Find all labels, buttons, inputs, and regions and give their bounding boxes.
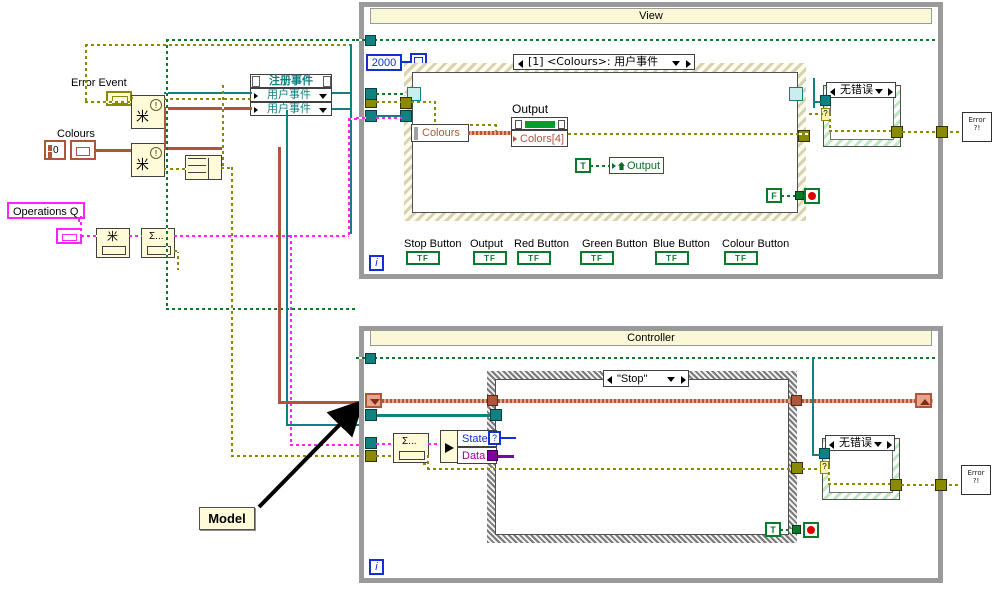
chevron-down-icon[interactable] <box>319 94 327 99</box>
output-array-indicator[interactable] <box>511 117 568 130</box>
controller-local-variable-right[interactable] <box>915 393 932 408</box>
chevron-up-icon <box>920 399 930 405</box>
event-case-selector[interactable]: [1] <Colours>: 用户事件 <box>513 54 695 70</box>
timeout-constant[interactable]: 2000 <box>366 54 402 71</box>
red-button-terminal[interactable]: TF <box>517 251 551 265</box>
chevron-down-icon[interactable] <box>672 61 680 66</box>
view-title: View <box>370 8 932 24</box>
arrow-right-icon <box>445 443 454 453</box>
colour-button-label: Colour Button <box>722 238 790 250</box>
block-diagram-canvas: Error Event Colours 0 Operations Q 米 ! 米… <box>0 0 999 589</box>
colours-label: Colours <box>57 128 95 140</box>
next-case-arrow[interactable] <box>681 376 686 384</box>
controller-case-tunnel-refnum <box>490 409 502 421</box>
output-indicator-label: Output <box>512 102 549 116</box>
controller-simple-error-handler[interactable]: Error?! <box>961 465 991 495</box>
controller-loop-tunnel-refnum <box>365 409 377 421</box>
controller-iteration-terminal: i <box>369 559 384 575</box>
enqueue-element-node[interactable]: Σ... <box>141 228 175 258</box>
controller-case-tunnel-data <box>487 450 498 461</box>
view-loop-tunnel-boolean <box>365 35 376 46</box>
register-events-title: 注册事件 <box>250 74 332 88</box>
prev-case-arrow[interactable] <box>518 60 523 68</box>
view-simple-error-handler[interactable]: Error?! <box>962 112 992 142</box>
controller-error-case-selector[interactable]: 无错误 <box>825 435 895 451</box>
controller-case-tunnel-salmon-right <box>791 395 802 406</box>
chevron-down-icon <box>370 399 380 405</box>
unbundle-by-name-node[interactable] <box>440 430 458 463</box>
red-button-label: Red Button <box>514 238 570 250</box>
view-loop-error-out-tunnel <box>936 126 948 138</box>
dequeue-element-node[interactable]: Σ... <box>393 433 429 463</box>
create-user-event-node-2[interactable]: 米 ! <box>131 143 165 177</box>
obtain-queue-node[interactable]: 米 <box>96 228 130 258</box>
colour-button-terminal[interactable]: TF <box>724 251 758 265</box>
event-structure-inner <box>412 72 798 213</box>
controller-stop-tunnel <box>792 525 801 534</box>
operations-queue-label: Operations Q <box>7 202 85 219</box>
true-constant-stop[interactable]: T <box>765 522 781 537</box>
output-button-terminal[interactable]: TF <box>473 251 507 265</box>
error-event-label: Error Event <box>71 77 127 89</box>
true-constant-output[interactable]: T <box>575 158 591 173</box>
event-shift-reg-right <box>789 87 803 101</box>
home-icon <box>618 162 625 170</box>
operations-queue-terminal[interactable] <box>56 228 82 244</box>
blue-button-terminal[interactable]: TF <box>655 251 689 265</box>
view-iteration-terminal: i <box>369 255 384 271</box>
register-events-row-0[interactable]: 用户事件 <box>250 88 332 102</box>
next-case-arrow[interactable] <box>888 88 893 96</box>
register-row-0-input-arrow <box>254 93 258 99</box>
green-button-terminal[interactable]: TF <box>580 251 614 265</box>
false-constant-stop[interactable]: F <box>766 188 782 203</box>
model-arrow <box>257 399 365 509</box>
register-row-1-input-arrow <box>254 107 258 113</box>
next-case-arrow[interactable] <box>686 60 691 68</box>
chevron-down-icon[interactable] <box>319 108 327 113</box>
chevron-down-icon[interactable] <box>875 89 883 94</box>
event-tunnel-error-right <box>798 130 810 142</box>
colours-numeric-control[interactable]: 0 <box>44 140 66 160</box>
controller-loop-tunnel-boolean <box>365 353 376 364</box>
colors-array-terminal[interactable]: Colors[4] <box>511 130 568 147</box>
controller-case-selector[interactable]: "Stop" <box>603 370 689 387</box>
colours-terminal[interactable] <box>70 140 96 160</box>
next-case-arrow[interactable] <box>887 441 892 449</box>
view-stop-terminal[interactable] <box>804 188 820 204</box>
event-tunnel-error-left <box>400 97 412 109</box>
controller-title: Controller <box>370 330 932 346</box>
chevron-down-icon[interactable] <box>874 442 882 447</box>
stop-button-terminal[interactable]: TF <box>406 251 440 265</box>
controller-loop-error-out-tunnel <box>935 479 947 491</box>
stop-button-label: Stop Button <box>404 238 462 250</box>
register-events-row-1[interactable]: 用户事件 <box>250 102 332 116</box>
chevron-down-icon[interactable] <box>667 377 675 382</box>
controller-case-tunnel-salmon-left <box>487 395 498 406</box>
blue-button-label: Blue Button <box>653 238 710 250</box>
bundle-cluster-node[interactable] <box>185 155 222 180</box>
controller-stop-terminal[interactable] <box>803 522 819 538</box>
view-error-case-selector[interactable]: 无错误 <box>826 82 896 98</box>
colours-local-terminal[interactable]: Colours <box>411 124 469 142</box>
output-button-label: Output <box>470 238 504 250</box>
controller-local-variable-left[interactable] <box>365 393 382 408</box>
prev-case-arrow[interactable] <box>607 376 612 384</box>
error-event-terminal[interactable] <box>106 91 132 106</box>
output-property-node[interactable]: Output <box>609 157 664 174</box>
case-selector-terminal: ? <box>488 431 501 445</box>
create-user-event-node-1[interactable]: 米 ! <box>131 95 165 129</box>
green-button-label: Green Button <box>582 238 648 250</box>
